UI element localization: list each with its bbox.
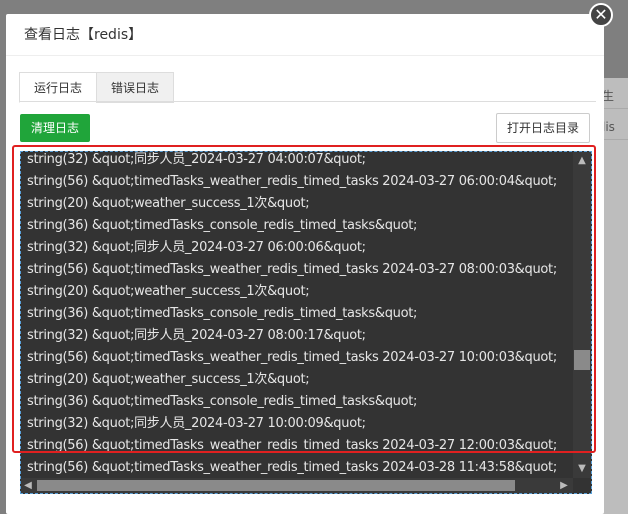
horizontal-scrollbar[interactable]: ◀ ▶ (21, 478, 573, 493)
scroll-down-icon[interactable]: ▼ (573, 462, 591, 476)
background-cell: lis (600, 109, 628, 140)
modal-title: 查看日志【redis】 (6, 14, 604, 56)
tab-run-log[interactable]: 运行日志 (19, 72, 98, 103)
scroll-left-icon[interactable]: ◀ (21, 479, 35, 493)
red-highlight-box (12, 145, 596, 453)
background-cell: 生 (600, 78, 628, 109)
tab-error-log[interactable]: 错误日志 (96, 72, 175, 103)
open-log-dir-button[interactable]: 打开日志目录 (496, 113, 590, 143)
log-line: string(56) &quot;timedTasks_weather_redi… (27, 460, 557, 475)
clear-log-button[interactable]: 清理日志 (20, 114, 90, 142)
scroll-right-icon[interactable]: ▶ (557, 479, 571, 493)
background-page-edge: 生 lis (600, 78, 628, 514)
tab-divider (19, 101, 596, 102)
horizontal-scroll-thumb[interactable] (37, 480, 515, 491)
log-tabs: 运行日志 错误日志 (19, 72, 175, 103)
close-icon[interactable]: ✕ (589, 3, 613, 27)
